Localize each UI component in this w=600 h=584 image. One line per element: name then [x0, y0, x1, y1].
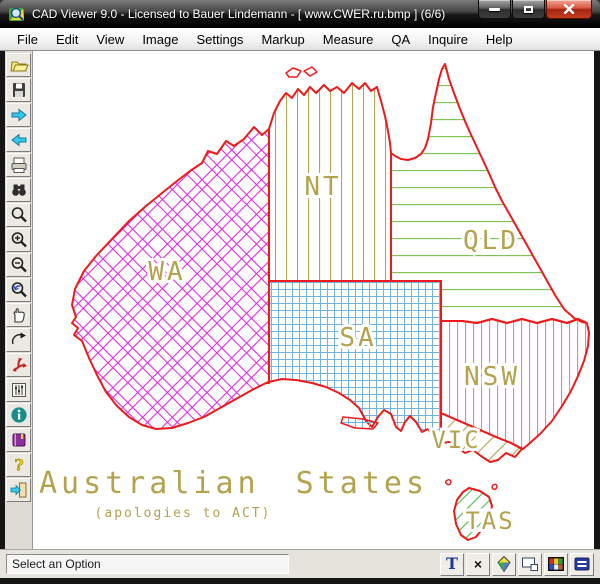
- minimize-icon: [489, 8, 500, 11]
- map-title: Australian States: [39, 466, 428, 501]
- state-label-wa: WA: [148, 257, 185, 287]
- status-bar: Select an Option T ×: [0, 549, 600, 578]
- state-label-nsw: NSW: [464, 362, 520, 392]
- adjustments-icon: [9, 380, 29, 400]
- state-label-sa: SA: [339, 323, 376, 353]
- rotate-view-button[interactable]: [6, 328, 31, 352]
- svg-text:?: ?: [14, 456, 23, 475]
- help-button[interactable]: ?: [6, 453, 31, 477]
- exit-button[interactable]: [6, 478, 31, 502]
- left-toolbar: ?: [5, 51, 32, 549]
- close-tool-button[interactable]: ×: [466, 553, 490, 576]
- text-tool-button[interactable]: T: [440, 553, 464, 576]
- window-tool-button[interactable]: [518, 553, 542, 576]
- menu-image[interactable]: Image: [133, 30, 187, 49]
- previous-page-icon: [9, 130, 29, 150]
- previous-page-button[interactable]: [6, 128, 31, 152]
- zoom-out-icon: [9, 255, 29, 275]
- next-page-button[interactable]: [6, 103, 31, 127]
- print-icon: [9, 155, 29, 175]
- find-button[interactable]: [6, 178, 31, 202]
- state-label-tas: TAS: [465, 507, 514, 535]
- close-icon: [563, 4, 575, 14]
- tiles-tool-button[interactable]: [544, 553, 568, 576]
- archive-tool-button[interactable]: [570, 553, 594, 576]
- main-area: ?: [0, 51, 600, 549]
- zoom-previous-button[interactable]: [6, 278, 31, 302]
- manual-icon: [9, 430, 29, 450]
- state-label-qld: QLD: [463, 226, 519, 256]
- print-button[interactable]: [6, 153, 31, 177]
- zoom-window-icon: [9, 205, 29, 225]
- help-icon: ?: [9, 455, 29, 475]
- window-tool-icon: [521, 555, 539, 573]
- menu-view[interactable]: View: [87, 30, 133, 49]
- info-icon: [9, 405, 29, 425]
- state-label-nt: NT: [304, 172, 341, 202]
- menu-edit[interactable]: Edit: [47, 30, 87, 49]
- menu-settings[interactable]: Settings: [187, 30, 252, 49]
- find-icon: [9, 180, 29, 200]
- move-view-button[interactable]: [6, 353, 31, 377]
- map-subtitle: (apologies to ACT): [95, 506, 272, 521]
- menu-qa[interactable]: QA: [382, 30, 419, 49]
- maximize-icon: [524, 6, 533, 13]
- move-view-icon: [9, 355, 29, 375]
- title-bar[interactable]: CAD Viewer 9.0 - Licensed to Bauer Linde…: [0, 0, 600, 28]
- minimize-button[interactable]: [478, 0, 511, 19]
- menu-bar: File Edit View Image Settings Markup Mea…: [0, 28, 600, 51]
- open-button[interactable]: [6, 53, 31, 77]
- app-window: CAD Viewer 9.0 - Licensed to Bauer Linde…: [0, 0, 600, 584]
- archive-icon: [573, 555, 591, 573]
- maximize-button[interactable]: [512, 0, 545, 19]
- app-icon: [8, 5, 26, 23]
- close-button[interactable]: [546, 0, 592, 19]
- status-message: Select an Option: [6, 554, 289, 574]
- zoom-previous-icon: [9, 280, 29, 300]
- save-button[interactable]: [6, 78, 31, 102]
- window-controls: [477, 0, 592, 19]
- drawing-canvas[interactable]: WA NT QLD SA NSW VIC TAS Australian Stat…: [32, 51, 594, 549]
- adjustments-button[interactable]: [6, 378, 31, 402]
- menu-measure[interactable]: Measure: [314, 30, 383, 49]
- window-title: CAD Viewer 9.0 - Licensed to Bauer Linde…: [32, 7, 445, 21]
- zoom-in-button[interactable]: [6, 228, 31, 252]
- window-bottom-border: [0, 578, 600, 584]
- australia-map: WA NT QLD SA NSW VIC TAS Australian Stat…: [33, 51, 594, 549]
- next-page-icon: [9, 105, 29, 125]
- tiles-icon: [547, 555, 565, 573]
- pan-button[interactable]: [6, 303, 31, 327]
- exit-icon: [9, 480, 29, 500]
- menu-markup[interactable]: Markup: [252, 30, 313, 49]
- info-button[interactable]: [6, 403, 31, 427]
- zoom-window-button[interactable]: [6, 203, 31, 227]
- gem-tool-button[interactable]: [492, 553, 516, 576]
- gem-icon: [495, 555, 513, 573]
- text-tool-icon: T: [446, 556, 458, 572]
- menu-file[interactable]: File: [8, 30, 47, 49]
- save-icon: [9, 80, 29, 100]
- tiwi-islands: [286, 67, 317, 77]
- menu-help[interactable]: Help: [477, 30, 522, 49]
- manual-button[interactable]: [6, 428, 31, 452]
- close-tool-icon: ×: [474, 557, 482, 571]
- rotate-view-icon: [9, 330, 29, 350]
- menu-inquire[interactable]: Inquire: [419, 30, 477, 49]
- state-label-vic: VIC: [431, 426, 480, 454]
- zoom-out-button[interactable]: [6, 253, 31, 277]
- pan-icon: [9, 305, 29, 325]
- open-icon: [9, 55, 29, 75]
- zoom-in-icon: [9, 230, 29, 250]
